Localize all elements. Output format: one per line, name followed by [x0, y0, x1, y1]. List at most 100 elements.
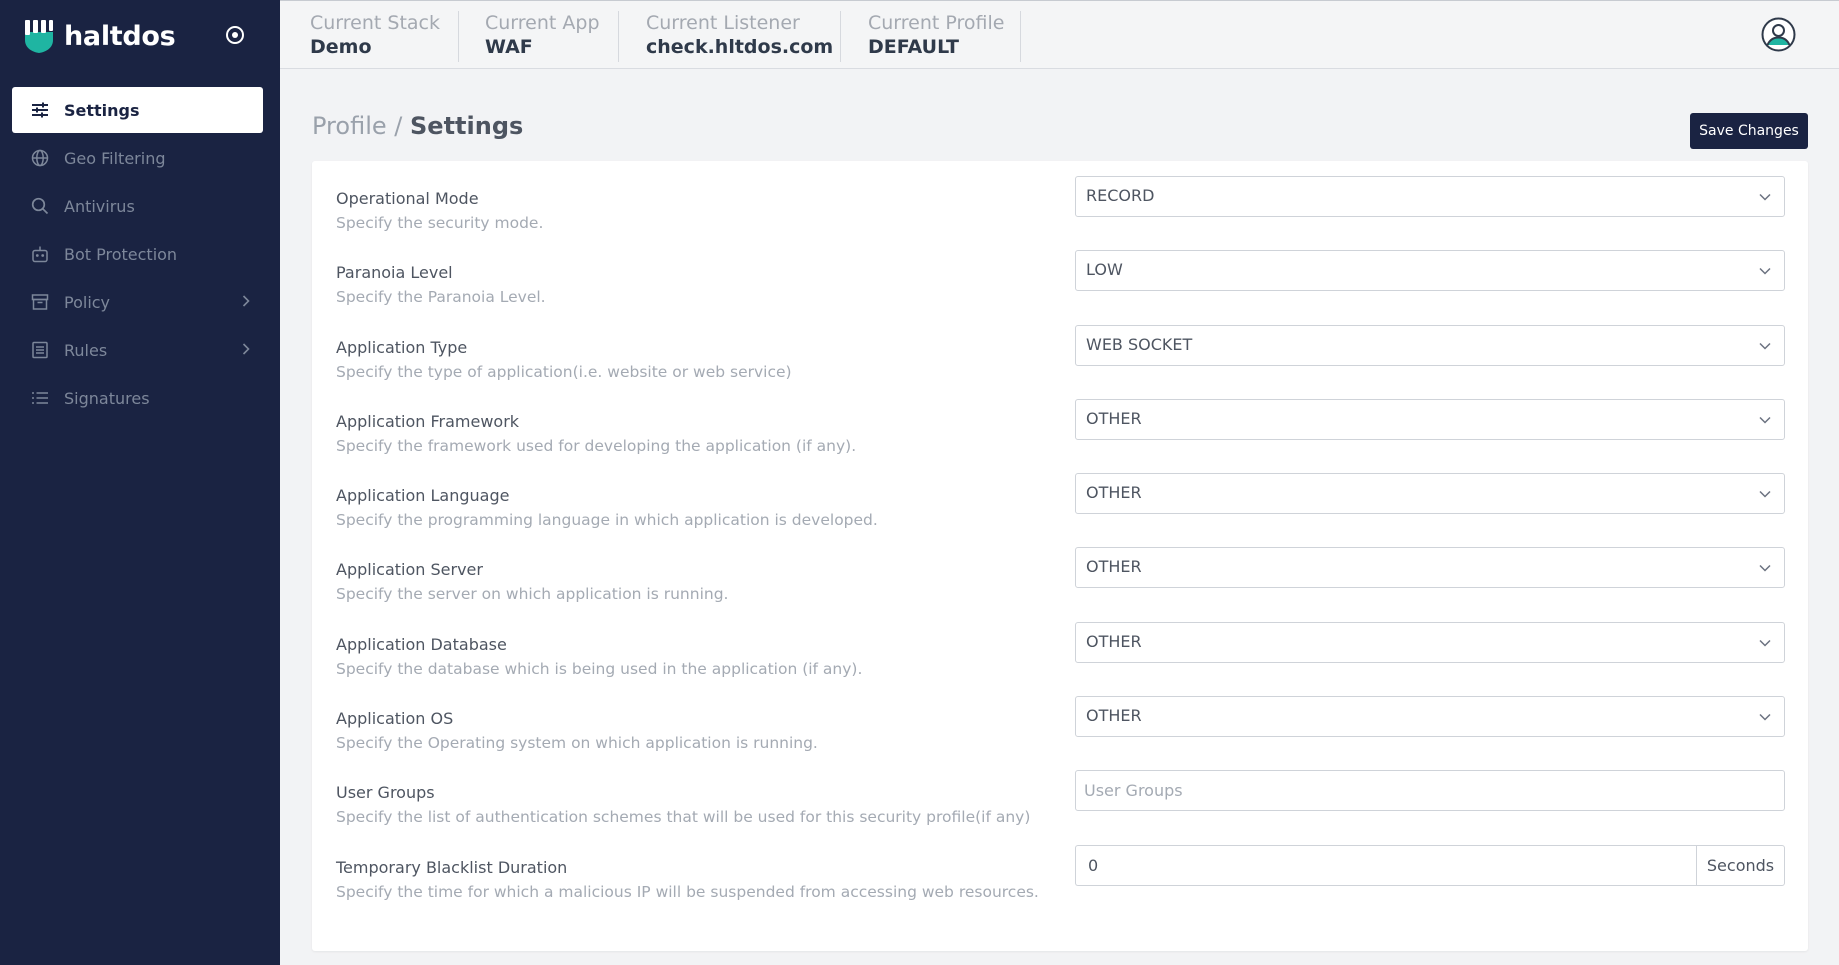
- field-help: Specify the server on which application …: [336, 585, 729, 603]
- sidebar-item-policy[interactable]: Policy: [12, 279, 263, 325]
- context-divider: [840, 11, 841, 62]
- app-root: haltdos Settings Geo Filtering Antivirus…: [0, 0, 1839, 965]
- field-label: Application Database: [336, 635, 507, 654]
- field-label: Application Language: [336, 486, 510, 505]
- sidebar-item-bot-protection[interactable]: Bot Protection: [12, 231, 263, 277]
- field-label: Application Type: [336, 338, 468, 357]
- context-stack[interactable]: Current Stack Demo: [310, 1, 440, 69]
- field-application-language: Application Language Specify the program…: [336, 473, 1785, 545]
- field-label: Application Server: [336, 560, 483, 579]
- context-label: Current Listener: [646, 12, 800, 34]
- field-label: Paranoia Level: [336, 263, 453, 282]
- application-framework-select[interactable]: OTHER: [1075, 399, 1785, 440]
- chevron-down-icon: [1758, 264, 1772, 278]
- brand[interactable]: haltdos: [22, 18, 176, 54]
- sidebar-item-geo-filtering[interactable]: Geo Filtering: [12, 135, 263, 181]
- field-application-os: Application OS Specify the Operating sys…: [336, 696, 1785, 768]
- field-help: Specify the framework used for developin…: [336, 437, 857, 455]
- search-icon: [30, 196, 50, 216]
- context-divider: [458, 11, 459, 62]
- context-profile[interactable]: Current Profile DEFAULT: [868, 1, 1004, 69]
- context-listener[interactable]: Current Listener check.hltdos.com: [646, 1, 833, 69]
- select-value: OTHER: [1086, 632, 1142, 651]
- application-server-select[interactable]: OTHER: [1075, 547, 1785, 588]
- select-value: WEB SOCKET: [1086, 335, 1193, 354]
- page-title: Settings: [410, 112, 524, 140]
- sidebar-item-label: Settings: [64, 100, 140, 120]
- breadcrumb-separator: /: [394, 112, 403, 140]
- field-label: Temporary Blacklist Duration: [336, 858, 568, 877]
- context-label: Current Profile: [868, 12, 1005, 34]
- topbar: Current Stack Demo Current App WAF Curre…: [280, 0, 1839, 69]
- select-value: RECORD: [1086, 186, 1155, 205]
- field-help: Specify the Paranoia Level.: [336, 288, 546, 306]
- brand-name: haltdos: [64, 20, 176, 52]
- context-value: DEFAULT: [868, 36, 960, 58]
- select-value: OTHER: [1086, 706, 1142, 725]
- chevron-right-icon: [239, 342, 253, 356]
- chevron-down-icon: [1758, 487, 1772, 501]
- sidebar-item-rules[interactable]: Rules: [12, 327, 263, 373]
- context-value: WAF: [485, 36, 533, 58]
- sidebar-item-settings[interactable]: Settings: [12, 87, 263, 133]
- context-label: Current App: [485, 12, 600, 34]
- paranoia-level-select[interactable]: LOW: [1075, 250, 1785, 291]
- chevron-down-icon: [1758, 636, 1772, 650]
- field-paranoia-level: Paranoia Level Specify the Paranoia Leve…: [336, 250, 1785, 322]
- context-value: check.hltdos.com: [646, 36, 834, 58]
- application-language-select[interactable]: OTHER: [1075, 473, 1785, 514]
- field-help: Specify the list of authentication schem…: [336, 808, 1031, 826]
- sidebar-item-label: Antivirus: [64, 196, 135, 216]
- user-avatar-button[interactable]: [1761, 17, 1796, 52]
- settings-form-card: Operational Mode Specify the security mo…: [312, 161, 1808, 951]
- globe-icon: [30, 148, 50, 168]
- blacklist-duration-input[interactable]: [1075, 845, 1696, 886]
- context-divider: [1020, 11, 1021, 62]
- robot-icon: [30, 244, 50, 264]
- sliders-icon: [30, 100, 50, 120]
- context-divider: [618, 11, 619, 62]
- sidebar-item-label: Bot Protection: [64, 244, 178, 264]
- list-box-icon: [30, 340, 50, 360]
- field-help: Specify the Operating system on which ap…: [336, 734, 818, 752]
- sidebar-toggle-button[interactable]: [222, 22, 248, 48]
- list-icon: [30, 388, 50, 408]
- select-value: OTHER: [1086, 557, 1142, 576]
- application-type-select[interactable]: WEB SOCKET: [1075, 325, 1785, 366]
- context-value: Demo: [310, 36, 372, 58]
- field-help: Specify the security mode.: [336, 214, 544, 232]
- target-icon: [226, 26, 244, 44]
- field-application-type: Application Type Specify the type of app…: [336, 325, 1785, 397]
- select-value: OTHER: [1086, 483, 1142, 502]
- chevron-down-icon: [1758, 413, 1772, 427]
- application-database-select[interactable]: OTHER: [1075, 622, 1785, 663]
- application-os-select[interactable]: OTHER: [1075, 696, 1785, 737]
- blacklist-duration-group: Seconds: [1075, 845, 1785, 886]
- field-temporary-blacklist-duration: Temporary Blacklist Duration Specify the…: [336, 845, 1785, 917]
- context-label: Current Stack: [310, 12, 441, 34]
- context-app[interactable]: Current App WAF: [485, 1, 600, 69]
- field-help: Specify the programming language in whic…: [336, 511, 878, 529]
- chevron-right-icon: [239, 294, 253, 308]
- field-application-server: Application Server Specify the server on…: [336, 547, 1785, 619]
- chevron-down-icon: [1758, 710, 1772, 724]
- sidebar-item-signatures[interactable]: Signatures: [12, 375, 263, 421]
- haltdos-logo-icon: [25, 20, 53, 53]
- field-help: Specify the time for which a malicious I…: [336, 883, 1039, 901]
- user-groups-input[interactable]: [1075, 770, 1785, 811]
- sidebar-item-label: Geo Filtering: [64, 148, 166, 168]
- save-changes-button[interactable]: Save Changes: [1690, 113, 1808, 149]
- field-help: Specify the database which is being used…: [336, 660, 863, 678]
- breadcrumb-parent[interactable]: Profile: [312, 112, 387, 140]
- field-help: Specify the type of application(i.e. web…: [336, 363, 792, 381]
- user-groups-wrapper: [1075, 770, 1785, 811]
- operational-mode-select[interactable]: RECORD: [1075, 176, 1785, 217]
- sidebar-item-label: Policy: [64, 292, 111, 312]
- field-user-groups: User Groups Specify the list of authenti…: [336, 770, 1785, 842]
- sidebar-item-antivirus[interactable]: Antivirus: [12, 183, 263, 229]
- select-value: LOW: [1086, 260, 1123, 279]
- breadcrumb: Profile / Settings: [312, 111, 523, 141]
- field-operational-mode: Operational Mode Specify the security mo…: [336, 176, 1785, 248]
- chevron-down-icon: [1758, 339, 1772, 353]
- field-label: Application OS: [336, 709, 454, 728]
